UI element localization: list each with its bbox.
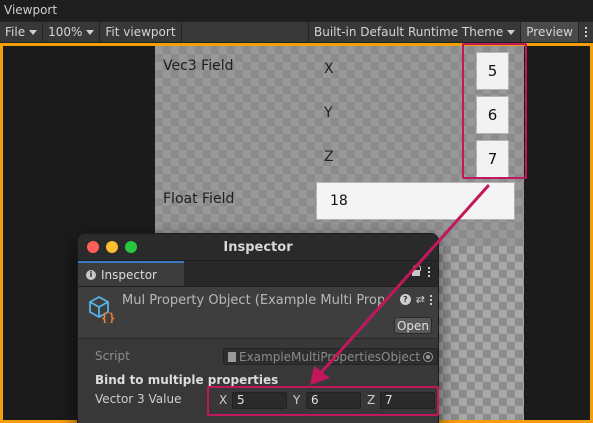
file-menu-label: File [5, 25, 26, 39]
vec3-z-label: Z [324, 149, 334, 165]
more-options-icon[interactable] [430, 294, 432, 305]
script-field[interactable]: ExampleMultiPropertiesObject [223, 348, 438, 365]
inspector-object-header: {} Mul Property Object (Example Multi Pr… [78, 287, 438, 339]
float-field-label: Float Field [163, 191, 235, 207]
theme-dropdown[interactable]: Built-in Default Runtime Theme [309, 22, 522, 42]
vec3-y-input[interactable]: 6 [476, 96, 509, 134]
zoom-value: 100% [48, 25, 83, 39]
inspector-title: Inspector [223, 240, 293, 255]
vector3-row: Vector 3 Value X 5 Y 6 Z 7 [78, 389, 438, 409]
more-options-icon[interactable] [428, 267, 430, 277]
float-field-input[interactable]: 18 [316, 182, 515, 220]
vec3-x-label: X [324, 61, 334, 77]
lock-icon[interactable] [412, 264, 421, 277]
vec3-x-input[interactable]: 5 [476, 52, 509, 90]
preset-icon[interactable]: ⇄ [416, 293, 425, 306]
section-title: Bind to multiple properties [95, 373, 279, 387]
vec3-field-label: Vec3 Field [163, 58, 234, 74]
info-icon: i [86, 269, 96, 280]
vector3-y-field: Y 6 [293, 391, 361, 409]
scriptable-object-icon: {} [89, 295, 115, 323]
inspector-tabbar: i Inspector [78, 261, 438, 287]
script-file-icon [228, 351, 236, 362]
script-label: Script [95, 349, 130, 363]
vector3-label: Vector 3 Value [95, 392, 182, 406]
fit-viewport-button[interactable]: Fit viewport [100, 22, 182, 42]
vec3-y-label: Y [324, 105, 333, 121]
more-options-icon[interactable] [579, 22, 593, 42]
file-menu[interactable]: File [0, 22, 44, 42]
chevron-down-icon [507, 29, 516, 35]
object-picker-icon[interactable] [423, 352, 433, 362]
vector3-z-field: Z 7 [367, 391, 435, 409]
zoom-dropdown[interactable]: 100% [43, 22, 101, 42]
theme-value: Built-in Default Runtime Theme [314, 25, 504, 39]
inspector-window: Inspector i Inspector {} Mul Property Ob… [77, 233, 439, 423]
script-row: Script ExampleMultiPropertiesObject [78, 345, 438, 367]
vector3-x-axis: X [219, 393, 228, 407]
object-name: Mul Property Object (Example Multi Prope… [122, 293, 384, 308]
tab-inspector[interactable]: i Inspector [78, 261, 184, 286]
svg-text:{}: {} [101, 311, 115, 323]
chevron-down-icon [29, 29, 38, 35]
preview-toggle[interactable]: Preview [521, 22, 579, 42]
open-button[interactable]: Open [394, 317, 432, 334]
window-title: Viewport [0, 0, 593, 21]
viewport-toolbar: File 100% Fit viewport Built-in Default … [0, 21, 593, 43]
vector3-x-field: X 5 [219, 391, 287, 409]
inspector-titlebar[interactable]: Inspector [78, 234, 438, 261]
help-icon[interactable]: ? [399, 294, 411, 305]
chevron-down-icon [86, 29, 95, 35]
vector3-x-input[interactable]: 5 [232, 391, 287, 409]
vec3-z-input[interactable]: 7 [476, 140, 509, 178]
script-value: ExampleMultiPropertiesObject [239, 349, 421, 364]
vector3-z-input[interactable]: 7 [380, 391, 435, 409]
vector3-y-axis: Y [293, 393, 301, 407]
vector3-z-axis: Z [367, 393, 376, 407]
tab-inspector-label: Inspector [101, 267, 157, 282]
vector3-y-input[interactable]: 6 [306, 391, 361, 409]
